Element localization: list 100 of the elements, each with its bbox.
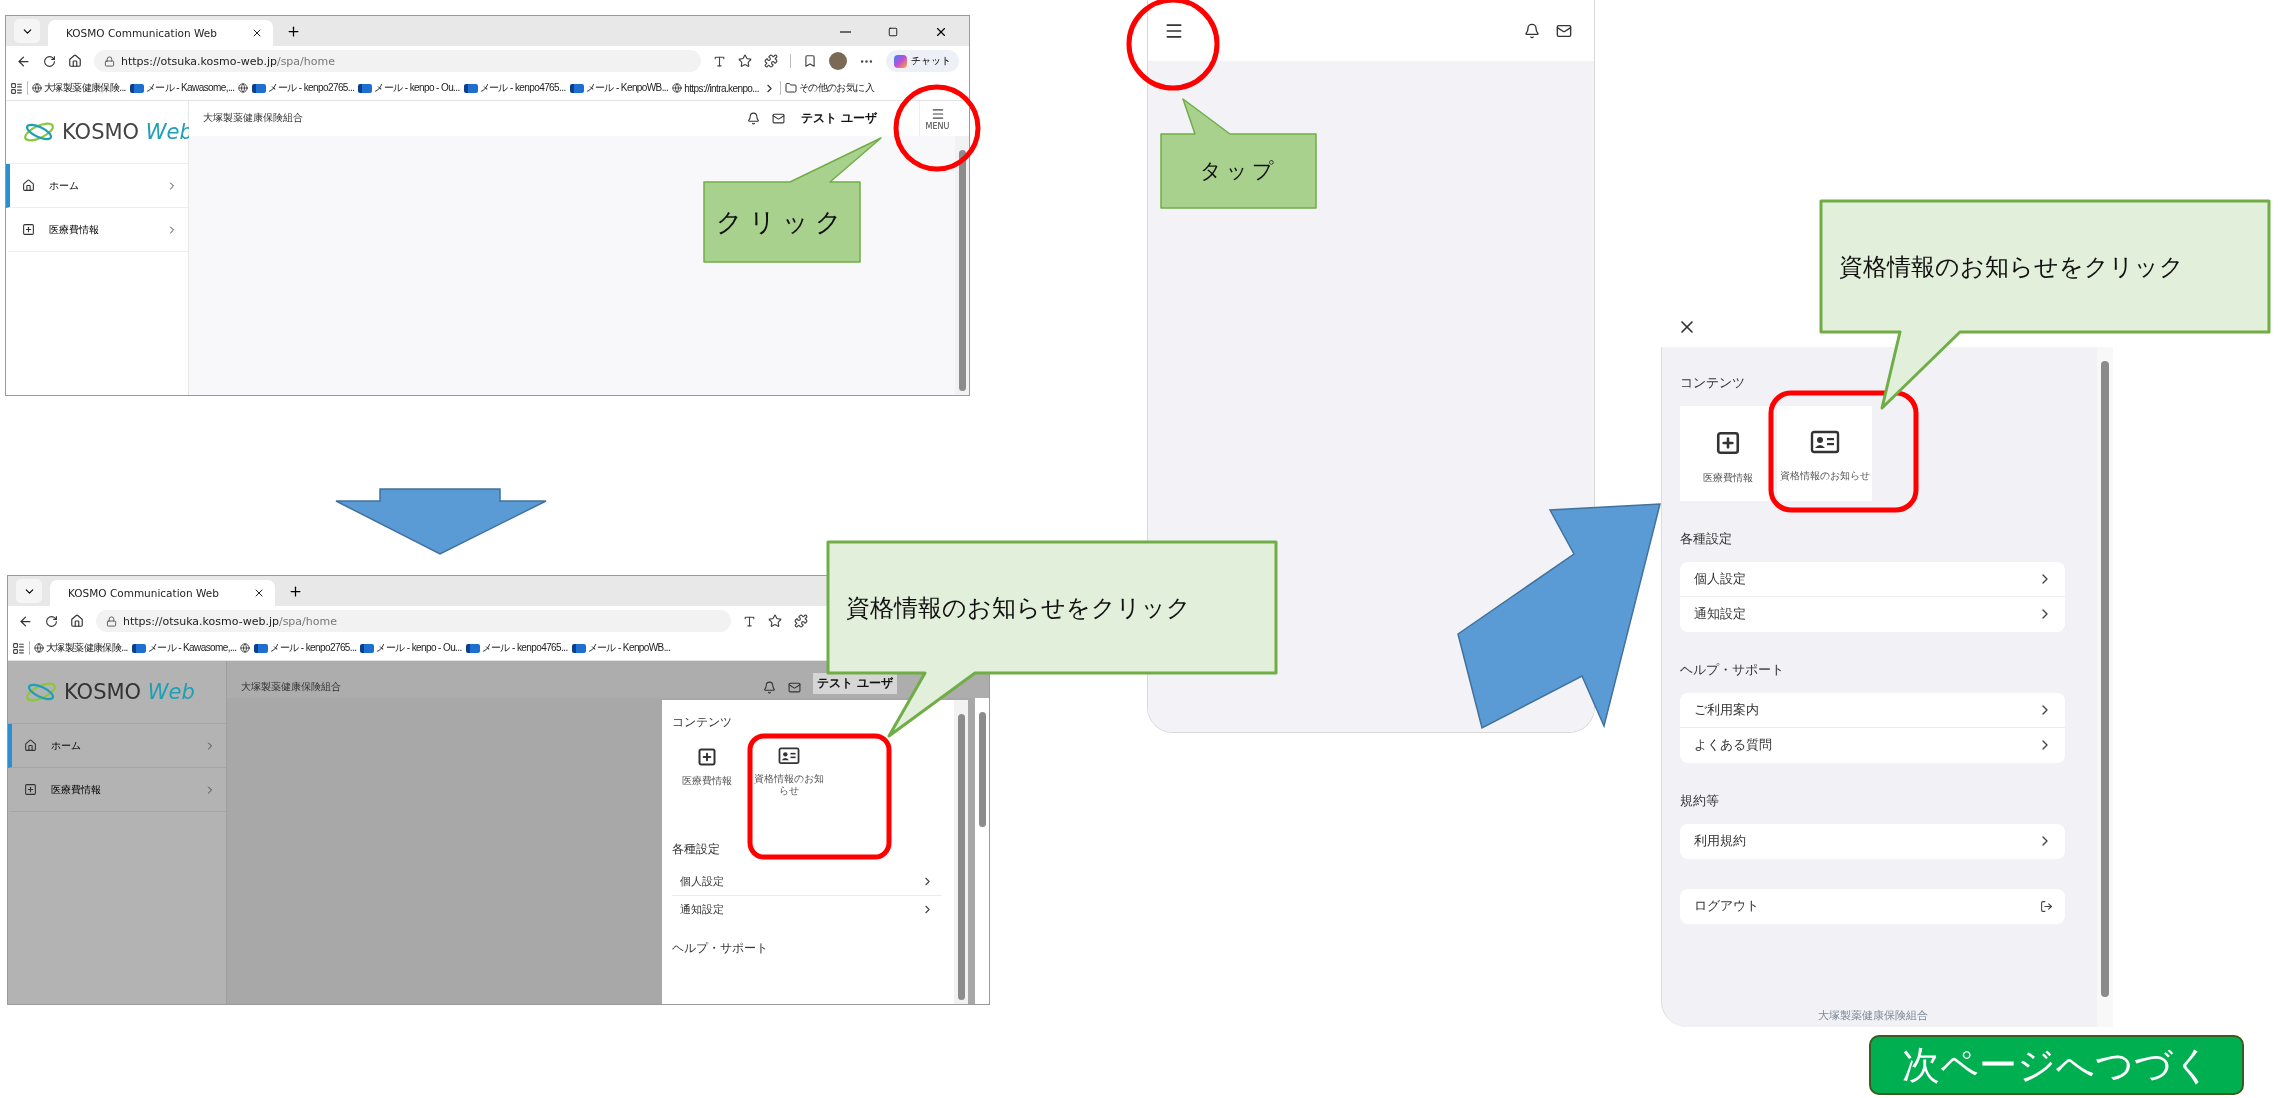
tab-list-button[interactable] [16, 579, 42, 603]
extension-icon[interactable] [764, 54, 778, 68]
id-card-icon [1809, 430, 1840, 454]
footer-text: 大塚製薬健康保険組合 [1816, 1008, 1929, 1024]
read-aloud-icon[interactable] [713, 54, 726, 68]
bookmark[interactable]: メール - kenpo - Ou... [358, 81, 460, 95]
lock-icon [104, 55, 115, 67]
favorite-icon[interactable] [768, 614, 782, 628]
callout-text: タップ [1199, 158, 1278, 185]
bookmark[interactable]: メール - KenpoWB... [571, 641, 671, 655]
bookmark[interactable] [238, 83, 249, 93]
menu-row[interactable]: 個人設定 [672, 868, 942, 896]
mail-icon[interactable] [1556, 22, 1572, 39]
scrollbar[interactable] [955, 136, 969, 395]
nav-item[interactable]: 医療費情報 [8, 768, 226, 812]
extension-icon[interactable] [794, 614, 808, 628]
browser-tab[interactable]: KOSMO Communication Web [50, 580, 275, 606]
tab-actions-icon[interactable] [10, 81, 23, 95]
mail-icon [358, 83, 373, 93]
scrollbar[interactable] [954, 700, 968, 1004]
mail-icon[interactable] [771, 112, 785, 125]
bookmark[interactable]: メール - Kawasome,... [129, 81, 235, 95]
favorite-icon[interactable] [738, 54, 752, 68]
menu-tile[interactable]: 資格情報のお知らせ [1777, 406, 1872, 501]
menu-row[interactable]: 個人設定 [1680, 562, 2065, 597]
menu-row[interactable]: 通知設定 [1680, 597, 2065, 632]
mail-icon [129, 83, 144, 93]
menu-row[interactable]: ログアウト [1680, 889, 2065, 924]
menu-tile[interactable]: 医療費情報 [1680, 406, 1775, 501]
bookmark[interactable]: メール - kenpo2765... [252, 81, 355, 95]
reload-button[interactable] [43, 54, 56, 68]
user-name: テスト ユーザ [812, 673, 897, 694]
bookmark[interactable] [240, 643, 251, 653]
bookmark[interactable]: メール - kenpo2765... [254, 641, 357, 655]
menu-row[interactable]: ご利用案内 [1680, 693, 2065, 728]
user-name: テスト ユーザ [799, 110, 878, 127]
nav-item[interactable]: 医療費情報 [6, 208, 188, 252]
address-field[interactable]: https://otsuka.kosmo-web.jp/spa/home [96, 610, 731, 632]
mail-icon [571, 643, 586, 653]
bell-icon[interactable] [762, 681, 776, 694]
back-button[interactable] [18, 613, 33, 629]
bookmark[interactable]: メール - kenpo4765... [465, 641, 568, 655]
nav-label: ホーム [49, 178, 80, 193]
maximize-icon [888, 27, 898, 37]
bookmark[interactable]: 大塚製薬健康保険... [32, 81, 126, 95]
bookmark[interactable]: メール - Kawasome,... [131, 641, 237, 655]
callout-text: 資格情報のお知らせをクリック [846, 592, 1191, 624]
nav-label: 医療費情報 [51, 782, 102, 797]
globe-icon [238, 83, 249, 93]
minimize-icon [839, 31, 851, 33]
bookmark-folder[interactable]: その他のお気に入 [784, 81, 875, 95]
section-title: 各種設定 [672, 841, 721, 858]
bookmark[interactable]: https://intra.kenpo... [672, 82, 759, 94]
bookmark[interactable]: 大塚製薬健康保険... [34, 641, 128, 655]
read-aloud-icon[interactable] [743, 614, 756, 628]
logout-icon [2040, 899, 2053, 913]
menu-row[interactable]: 利用規約 [1680, 824, 2065, 859]
bell-icon[interactable] [1524, 22, 1540, 39]
tab-actions-icon[interactable] [12, 641, 25, 655]
section-title: 各種設定 [1680, 531, 1733, 548]
plus-square-icon [22, 223, 35, 236]
mail-icon [360, 643, 375, 653]
url-text: https://otsuka.kosmo-web.jp/spa/home [123, 614, 337, 628]
avatar[interactable] [829, 52, 847, 70]
globe-icon [672, 83, 683, 93]
browser-tab[interactable]: KOSMO Communication Web [48, 20, 273, 46]
reload-button[interactable] [45, 614, 58, 628]
globe-icon [32, 83, 42, 93]
plus-square-icon [697, 747, 717, 767]
scrollbar[interactable] [2097, 347, 2113, 1027]
favorites-icon[interactable] [803, 54, 817, 68]
section-title: ヘルプ・サポート [672, 940, 769, 957]
back-button[interactable] [16, 53, 31, 69]
logo-icon [22, 120, 56, 144]
bookmark[interactable]: メール - kenpo4765... [463, 81, 566, 95]
tile-label: 資格情報のお知らせ [1779, 470, 1870, 482]
bell-icon[interactable] [746, 112, 760, 125]
logo-text: KOSMO Web [64, 680, 195, 704]
bookmark[interactable]: メール - KenpoWB... [569, 81, 669, 95]
address-field[interactable]: https://otsuka.kosmo-web.jp/spa/home [94, 50, 701, 72]
folder-icon [784, 82, 797, 94]
mail-icon [463, 83, 478, 93]
menu-row[interactable]: よくある質問 [1680, 728, 2065, 763]
plus-icon [288, 583, 304, 599]
tab-list-button[interactable] [14, 19, 40, 43]
bookmark[interactable]: メール - kenpo - Ou... [360, 641, 462, 655]
home-button[interactable] [68, 54, 82, 68]
nav-label: 医療費情報 [49, 222, 100, 237]
scrollbar[interactable] [975, 698, 989, 1004]
section-title: コンテンツ [672, 714, 733, 731]
chat-button[interactable]: チャット [886, 50, 959, 72]
close-icon [934, 25, 948, 39]
home-icon [24, 739, 37, 752]
lock-icon [106, 615, 117, 627]
home-button[interactable] [70, 614, 84, 628]
section-title: コンテンツ [1680, 375, 1746, 392]
callout-text: クリック [716, 205, 848, 239]
menu-row[interactable]: 通知設定 [672, 896, 942, 924]
mail-icon [254, 643, 269, 653]
mail-icon [569, 83, 584, 93]
